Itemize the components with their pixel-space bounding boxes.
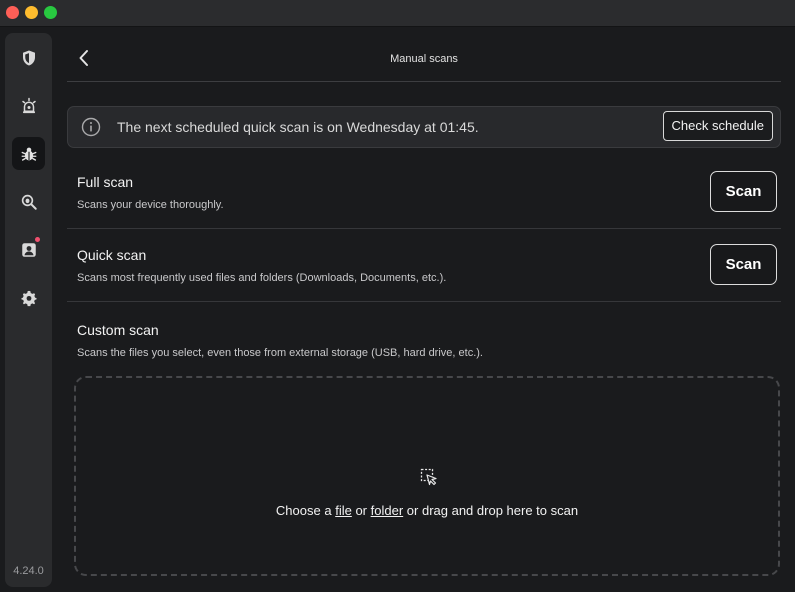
full-scan-description: Scans your device thoroughly. — [77, 199, 224, 211]
sidebar-item-alerts[interactable] — [12, 89, 45, 122]
sidebar-item-scans[interactable] — [12, 137, 45, 170]
section-divider — [67, 301, 781, 302]
sidebar: 4.24.0 — [5, 33, 52, 587]
app-version: 4.24.0 — [13, 565, 44, 577]
quick-scan-button[interactable]: Scan — [710, 244, 777, 285]
file-drop-zone[interactable]: Choose a file or folder or drag and drop… — [74, 376, 780, 576]
choose-folder-link[interactable]: folder — [371, 503, 404, 518]
account-icon — [21, 242, 36, 257]
quick-scan-description: Scans most frequently used files and fol… — [77, 272, 447, 284]
custom-scan-title: Custom scan — [77, 322, 159, 338]
section-divider — [67, 228, 781, 229]
header-divider — [67, 81, 781, 82]
check-schedule-button[interactable]: Check schedule — [662, 111, 773, 141]
close-window-button[interactable] — [6, 6, 19, 19]
full-scan-title: Full scan — [77, 174, 134, 190]
minimize-window-button[interactable] — [25, 6, 38, 19]
gear-icon — [21, 290, 36, 306]
quick-scan-section: Quick scan Scans most frequently used fi… — [77, 247, 446, 284]
sidebar-item-search[interactable] — [12, 185, 45, 218]
quick-scan-title: Quick scan — [77, 247, 147, 263]
info-icon — [81, 117, 101, 137]
maximize-window-button[interactable] — [44, 6, 57, 19]
search-bug-icon — [21, 194, 37, 210]
drop-zone-text: Choose a file or folder or drag and drop… — [76, 503, 778, 518]
sidebar-item-account[interactable] — [12, 233, 45, 266]
alarm-icon — [21, 97, 36, 113]
title-bar — [0, 0, 795, 27]
schedule-banner: The next scheduled quick scan is on Wedn… — [67, 106, 781, 148]
custom-scan-section: Custom scan Scans the files you select, … — [77, 322, 483, 359]
sidebar-item-settings[interactable] — [12, 281, 45, 314]
choose-file-link[interactable]: file — [335, 503, 352, 518]
drop-text-prefix: Choose a — [275, 503, 332, 518]
drop-text-or: or — [355, 503, 368, 518]
shield-icon — [22, 50, 35, 65]
notification-dot — [35, 237, 40, 242]
app-window: 4.24.0 Manual scans The next scheduled q… — [0, 0, 795, 592]
full-scan-button[interactable]: Scan — [710, 171, 777, 212]
sidebar-item-protection[interactable] — [12, 41, 45, 74]
schedule-banner-text: The next scheduled quick scan is on Wedn… — [117, 119, 479, 135]
select-pointer-icon — [420, 468, 437, 486]
drop-text-suffix: or drag and drop here to scan — [406, 503, 579, 518]
custom-scan-description: Scans the files you select, even those f… — [77, 347, 483, 359]
page-title: Manual scans — [390, 53, 458, 65]
full-scan-section: Full scan Scans your device thoroughly. — [77, 174, 224, 211]
bug-icon — [21, 147, 36, 161]
main-content: Manual scans The next scheduled quick sc… — [60, 26, 795, 592]
